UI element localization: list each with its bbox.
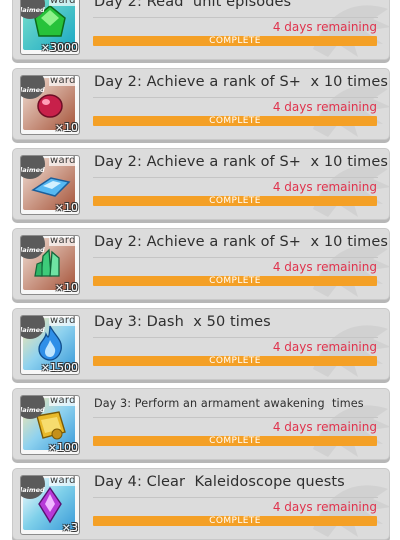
divider: [93, 337, 378, 338]
mission-card[interactable]: Claimed ward ×3000 Day 2: Read unit epis…: [12, 0, 390, 60]
mission-title: Day 3: Dash x 50 times: [94, 314, 271, 330]
divider: [93, 417, 378, 418]
reward-icon[interactable]: Claimed ward ×1500: [20, 315, 80, 375]
reward-quantity: ×3000: [40, 41, 78, 54]
reward-label: ward: [49, 395, 77, 406]
progress-status: COMPLETE: [209, 36, 261, 46]
divider: [93, 257, 378, 258]
reward-icon[interactable]: Claimed ward ×3000: [20, 0, 80, 55]
progress-bar: COMPLETE: [93, 36, 377, 46]
reward-label: ward: [49, 75, 77, 86]
reward-icon[interactable]: Claimed ward ×10: [20, 75, 80, 135]
progress-status: COMPLETE: [209, 516, 261, 526]
mission-title: Day 4: Clear Kaleidoscope quests: [94, 474, 345, 490]
mission-list[interactable]: Claimed ward ×3000 Day 2: Read unit epis…: [0, 0, 400, 540]
time-remaining: 4 days remaining: [272, 100, 377, 114]
progress-status: COMPLETE: [209, 436, 261, 446]
reward-quantity: ×10: [54, 281, 78, 294]
reward-quantity: ×10: [54, 121, 78, 134]
reward-quantity: ×1500: [40, 361, 78, 374]
progress-bar: COMPLETE: [93, 116, 377, 126]
progress-status: COMPLETE: [209, 116, 261, 126]
reward-label: ward: [49, 0, 77, 6]
mission-title: Day 2: Achieve a rank of S+ x 10 times: [94, 234, 389, 250]
progress-status: COMPLETE: [209, 196, 261, 206]
reward-icon[interactable]: Claimed ward ×100: [20, 395, 80, 455]
divider: [93, 497, 378, 498]
progress-bar: COMPLETE: [93, 196, 377, 206]
time-remaining: 4 days remaining: [272, 260, 377, 274]
mission-title: Day 2: Achieve a rank of S+ x 10 times: [94, 154, 389, 170]
reward-icon[interactable]: Claimed ward ×3: [20, 475, 80, 535]
mission-card[interactable]: Claimed ward ×10 Day 2: Achieve a rank o…: [12, 228, 390, 300]
reward-quantity: ×3: [61, 521, 78, 534]
reward-quantity: ×10: [54, 201, 78, 214]
time-remaining: 4 days remaining: [272, 420, 377, 434]
reward-quantity: ×100: [47, 441, 78, 454]
progress-bar: COMPLETE: [93, 276, 377, 286]
mission-title: Day 3: Perform an armament awakening tim…: [94, 397, 364, 410]
progress-status: COMPLETE: [209, 356, 261, 366]
reward-label: ward: [49, 475, 77, 486]
time-remaining: 4 days remaining: [272, 20, 377, 34]
mission-card[interactable]: Claimed ward ×1500 Day 3: Dash x 50 time…: [12, 308, 390, 380]
time-remaining: 4 days remaining: [272, 340, 377, 354]
time-remaining: 4 days remaining: [272, 500, 377, 514]
mission-card[interactable]: Claimed ward ×100 Day 3: Perform an arma…: [12, 388, 390, 460]
mission-card[interactable]: Claimed ward ×3 Day 4: Clear Kaleidoscop…: [12, 468, 390, 540]
mission-card[interactable]: Claimed ward ×10 Day 2: Achieve a rank o…: [12, 148, 390, 220]
progress-status: COMPLETE: [209, 276, 261, 286]
progress-bar: COMPLETE: [93, 436, 377, 446]
reward-label: ward: [49, 155, 77, 166]
reward-icon[interactable]: Claimed ward ×10: [20, 155, 80, 215]
divider: [93, 177, 378, 178]
divider: [93, 17, 378, 18]
mission-title: Day 2: Read unit episodes: [94, 0, 292, 10]
reward-icon[interactable]: Claimed ward ×10: [20, 235, 80, 295]
reward-label: ward: [49, 315, 77, 326]
progress-bar: COMPLETE: [93, 356, 377, 366]
mission-card[interactable]: Claimed ward ×10 Day 2: Achieve a rank o…: [12, 68, 390, 140]
reward-label: ward: [49, 235, 77, 246]
divider: [93, 97, 378, 98]
time-remaining: 4 days remaining: [272, 180, 377, 194]
progress-bar: COMPLETE: [93, 516, 377, 526]
mission-title: Day 2: Achieve a rank of S+ x 10 times: [94, 74, 389, 90]
